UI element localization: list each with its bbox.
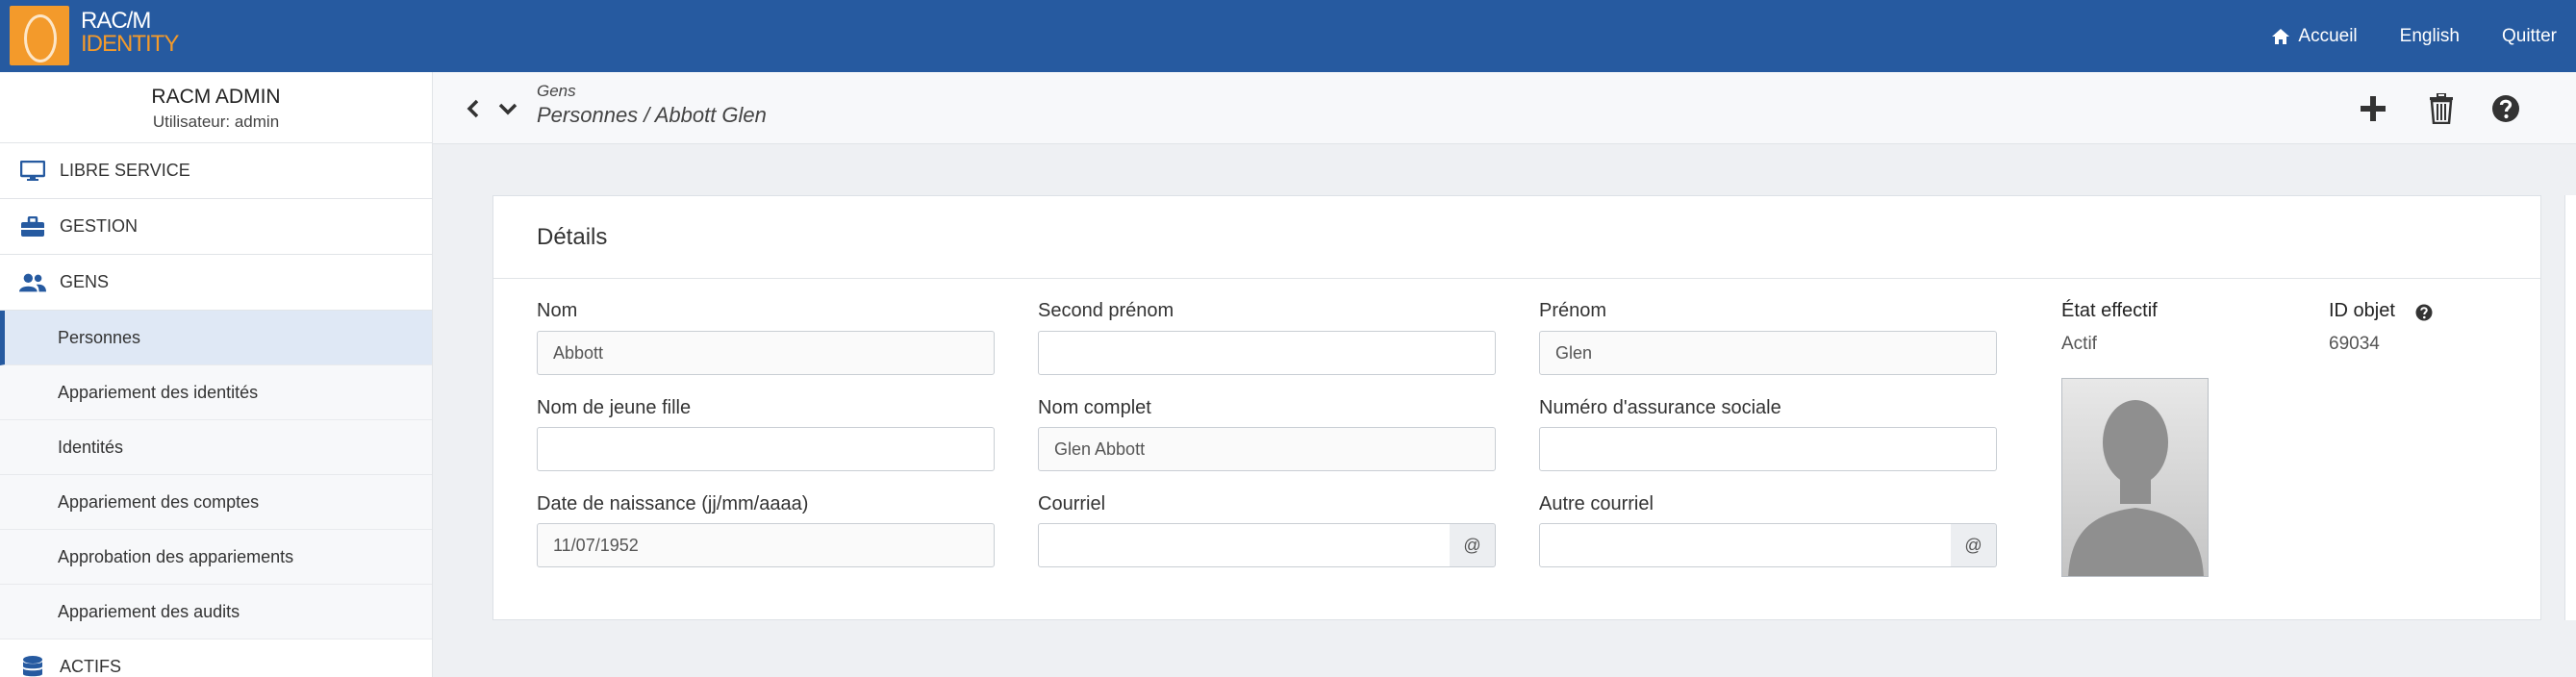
avatar (2061, 378, 2209, 577)
prenom-label: Prénom (1539, 300, 1607, 321)
sidebar-section-label: GENS (60, 272, 110, 291)
breadcrumb[interactable]: Personnes / Abbott Glen (537, 103, 767, 128)
expand-button[interactable] (494, 95, 521, 122)
nom-jeune-fille-field[interactable] (537, 427, 995, 471)
sidebar-item-approbation-appariements[interactable]: Approbation des appariements (0, 530, 432, 585)
sidebar-item-personnes[interactable]: Personnes (0, 311, 432, 365)
monitor-icon (19, 158, 46, 185)
autre-courriel-field[interactable] (1539, 523, 1952, 567)
nom-jeune-fille-label: Nom de jeune fille (537, 397, 692, 418)
help-icon (2492, 95, 2519, 122)
sidebar-item-appariement-comptes[interactable]: Appariement des comptes (0, 475, 432, 530)
side-panel-edge (2564, 195, 2576, 620)
id-objet-value: 69034 (2329, 334, 2380, 354)
help-button[interactable] (2488, 91, 2523, 126)
brand-line-2: IDENTITY (81, 31, 179, 57)
sidebar-item-identites[interactable]: Identités (0, 420, 432, 475)
plus-icon (2361, 96, 2386, 121)
nas-label: Numéro d'assurance sociale (1539, 397, 1781, 418)
home-label: Accueil (2298, 25, 2358, 46)
other-email-at-addon: @ (1951, 523, 1997, 567)
autre-courriel-label: Autre courriel (1539, 493, 1654, 514)
add-button[interactable] (2356, 91, 2390, 126)
page-header: Gens Personnes / Abbott Glen (433, 72, 2576, 144)
sidebar-section-label: ACTIFS (60, 657, 122, 676)
top-bar: RAC/M IDENTITY Accueil English Quitter (0, 0, 2576, 72)
quit-link[interactable]: Quitter (2502, 26, 2557, 47)
chevron-down-icon (498, 103, 518, 115)
id-objet-label: ID objet (2329, 300, 2395, 321)
sidebar-section-label: GESTION (60, 216, 139, 236)
logo-icon[interactable] (10, 6, 69, 65)
trash-icon (2430, 93, 2453, 124)
breadcrumb-section: Gens (537, 82, 576, 100)
user-block: RACM ADMIN Utilisateur: admin (0, 72, 432, 143)
date-naissance-field[interactable]: 11/07/1952 (537, 523, 995, 567)
home-icon (2272, 28, 2290, 44)
brand-name: RAC/M IDENTITY (81, 8, 179, 57)
etat-effectif-label: État effectif (2061, 300, 2158, 321)
top-nav: Accueil English Quitter (2271, 0, 2576, 72)
date-naissance-label: Date de naissance (jj/mm/aaaa) (537, 493, 809, 514)
brand-line-1: RAC/M (81, 8, 151, 34)
user-name: RACM ADMIN (151, 86, 281, 108)
email-at-addon: @ (1450, 523, 1496, 567)
sidebar: RACM ADMIN Utilisateur: admin LIBRE SERV… (0, 72, 433, 677)
sidebar-section-libre-service[interactable]: LIBRE SERVICE (0, 143, 432, 199)
sidebar-section-gestion[interactable]: GESTION (0, 199, 432, 255)
chevron-left-icon (467, 99, 479, 118)
second-prenom-field[interactable] (1038, 331, 1496, 375)
toolbox-icon (19, 213, 46, 240)
nas-field[interactable] (1539, 427, 1997, 471)
sidebar-section-label: LIBRE SERVICE (60, 161, 190, 180)
courriel-label: Courriel (1038, 493, 1106, 514)
delete-button[interactable] (2424, 91, 2459, 126)
user-role: Utilisateur: admin (152, 113, 280, 131)
second-prenom-label: Second prénom (1038, 300, 1174, 321)
card-title: Détails (493, 196, 2540, 279)
prenom-field[interactable]: Glen (1539, 331, 1997, 375)
database-icon (19, 654, 46, 677)
sidebar-section-gens[interactable]: GENS (0, 255, 432, 311)
people-icon (19, 269, 46, 296)
sidebar-item-appariement-identites[interactable]: Appariement des identités (0, 365, 432, 420)
help-icon[interactable] (2415, 304, 2433, 326)
person-silhouette-icon (2068, 400, 2204, 576)
nom-field[interactable]: Abbott (537, 331, 995, 375)
nom-complet-label: Nom complet (1038, 397, 1151, 418)
back-button[interactable] (460, 95, 487, 122)
etat-effectif-value: Actif (2061, 334, 2097, 354)
nom-complet-field[interactable]: Glen Abbott (1038, 427, 1496, 471)
sidebar-section-actifs[interactable]: ACTIFS (0, 639, 432, 677)
language-link[interactable]: English (2400, 26, 2460, 47)
courriel-field[interactable] (1038, 523, 1451, 567)
sidebar-item-appariement-audits[interactable]: Appariement des audits (0, 585, 432, 639)
home-link[interactable]: Accueil (2271, 25, 2358, 47)
nom-label: Nom (537, 300, 578, 321)
